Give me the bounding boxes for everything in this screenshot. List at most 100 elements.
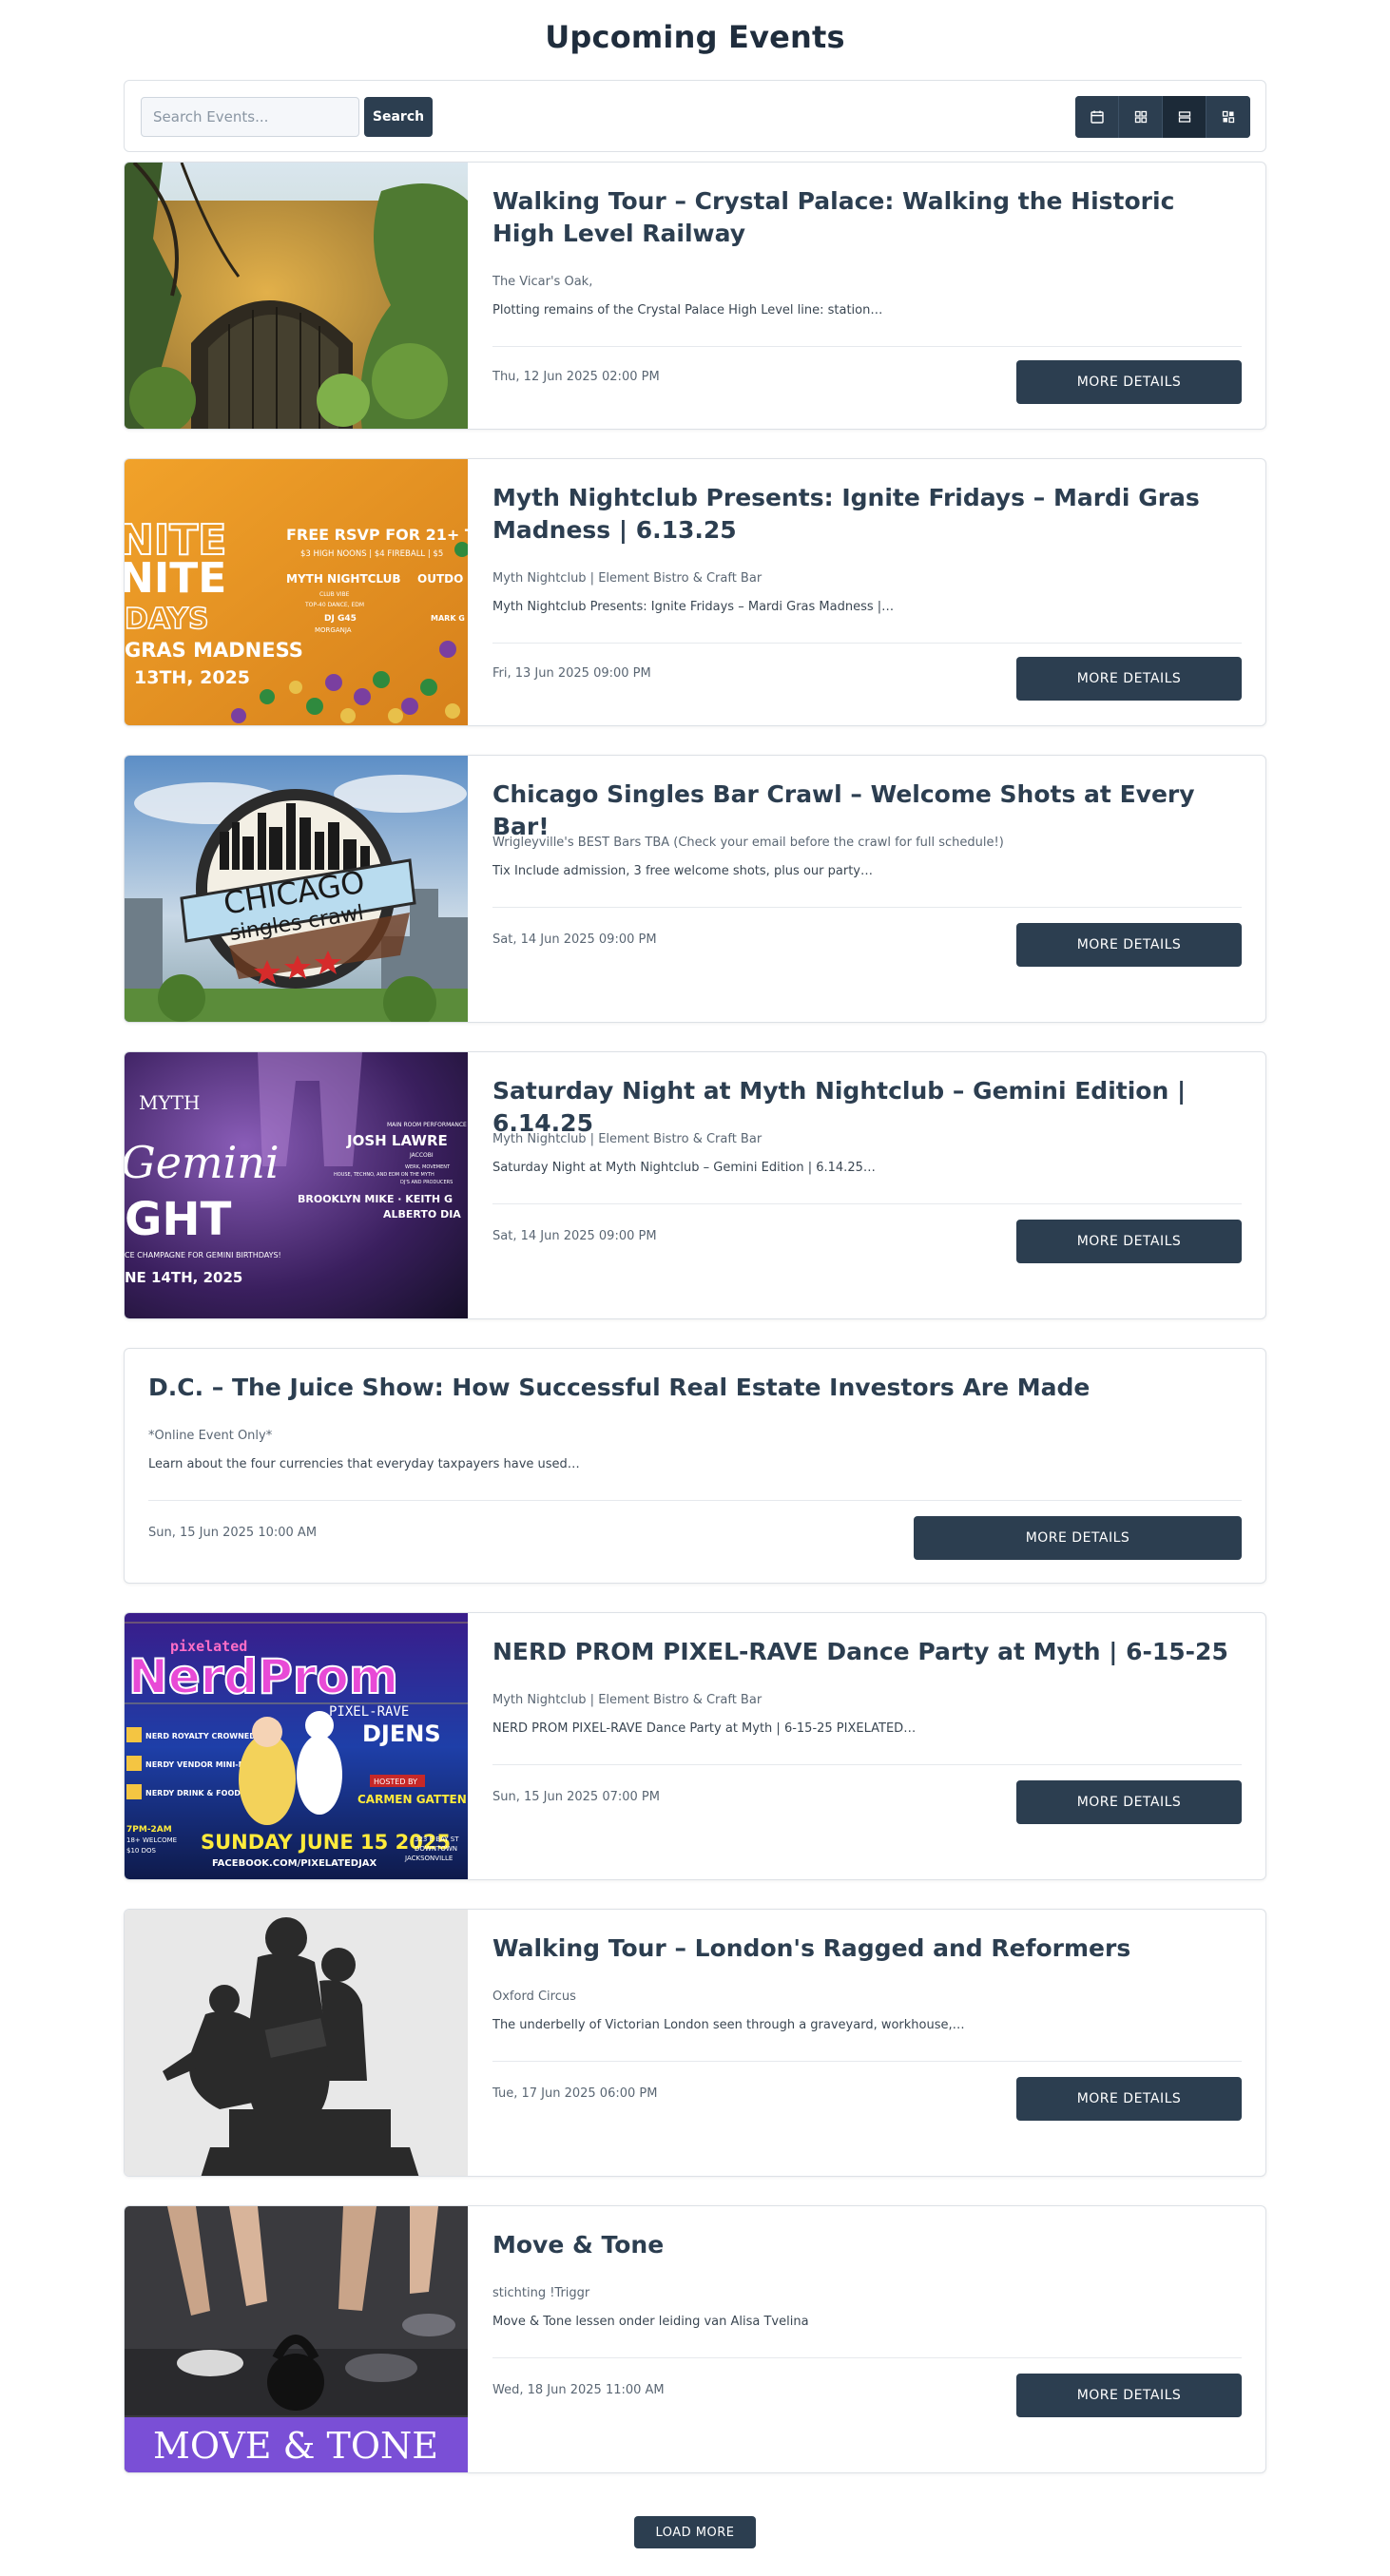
event-image-nerd-prom[interactable]: pixelated NerdProm PIXEL-RAVE DJENS NERD…	[125, 1613, 468, 1879]
event-date: Wed, 18 Jun 2025 11:00 AM	[492, 2383, 665, 2397]
load-more-button[interactable]: LOAD MORE	[634, 2516, 756, 2548]
flyer-text: DJ G45	[324, 614, 357, 624]
event-description: The underbelly of Victorian London seen …	[492, 2018, 965, 2032]
flyer-text: 13TH, 2025	[134, 667, 250, 688]
event-body: Saturday Night at Myth Nightclub – Gemin…	[492, 1052, 1242, 1318]
flyer-text: CE CHAMPAGNE FOR GEMINI BIRTHDAYS!	[125, 1251, 281, 1259]
flyer-title: NerdProm	[128, 1649, 398, 1704]
flyer-text: BROOKLYN MIKE · KEITH G	[298, 1193, 453, 1205]
tile-view-icon	[1222, 110, 1235, 124]
events-toolbar: Search	[124, 80, 1266, 152]
flyer-text: MARK G	[431, 614, 465, 623]
more-details-button[interactable]: MORE DETAILS	[1016, 2077, 1242, 2121]
event-description: NERD PROM PIXEL-RAVE Dance Party at Myth…	[492, 1721, 917, 1736]
event-date: Sun, 15 Jun 2025 07:00 PM	[492, 1790, 660, 1804]
more-details-button[interactable]: MORE DETAILS	[1016, 1220, 1242, 1263]
flyer-text: NE 14TH, 2025	[125, 1269, 242, 1286]
flyer-text: JACKSONVILLE	[404, 1855, 453, 1862]
flyer-text: GHT	[125, 1193, 232, 1246]
flyer-text: WERK, MOVEMENT	[405, 1164, 451, 1170]
flyer-text: ALBERTO DIA	[383, 1208, 461, 1221]
flyer-text: DAYS	[125, 603, 209, 636]
divider	[492, 2357, 1242, 2358]
event-description: Move & Tone lessen onder leiding van Ali…	[492, 2315, 809, 2329]
event-description: Learn about the four currencies that eve…	[148, 1457, 580, 1471]
divider	[492, 2061, 1242, 2062]
event-image-railway-arch[interactable]	[125, 163, 468, 429]
flyer-text: MYTH NIGHTCLUB	[286, 572, 401, 586]
more-details-button[interactable]: MORE DETAILS	[1016, 2374, 1242, 2417]
event-card: MYTH Gemini GHT CE CHAMPAGNE FOR GEMINI …	[124, 1051, 1266, 1319]
event-title[interactable]: Walking Tour – Crystal Palace: Walking t…	[492, 185, 1242, 250]
event-description: Plotting remains of the Crystal Palace H…	[492, 303, 883, 317]
event-image-kettlebell[interactable]: MOVE & TONE	[125, 2206, 468, 2472]
event-title[interactable]: NERD PROM PIXEL-RAVE Dance Party at Myth…	[492, 1636, 1242, 1668]
more-details-button[interactable]: MORE DETAILS	[1016, 657, 1242, 701]
flyer-text: CLUB VIBE	[319, 591, 350, 598]
event-date: Sat, 14 Jun 2025 09:00 PM	[492, 932, 657, 947]
flyer-text: NERD ROYALTY CROWNED	[145, 1732, 256, 1740]
event-venue: Oxford Circus	[492, 1990, 576, 2004]
event-title[interactable]: D.C. – The Juice Show: How Successful Re…	[148, 1372, 1242, 1404]
flyer-text: Gemini	[125, 1137, 280, 1188]
page-title: Upcoming Events	[545, 19, 845, 55]
event-title[interactable]: Walking Tour – London's Ragged and Refor…	[492, 1932, 1242, 1965]
event-title[interactable]: Chicago Singles Bar Crawl – Welcome Shot…	[492, 779, 1242, 843]
event-venue: *Online Event Only*	[148, 1429, 273, 1443]
event-description: Myth Nightclub Presents: Ignite Fridays …	[492, 600, 895, 614]
event-body: Myth Nightclub Presents: Ignite Fridays …	[492, 459, 1242, 725]
event-date: Sat, 14 Jun 2025 09:00 PM	[492, 1229, 657, 1243]
event-description: Tix Include admission, 3 free welcome sh…	[492, 864, 873, 878]
more-details-button[interactable]: MORE DETAILS	[1016, 360, 1242, 404]
flyer-text: GRAS MADNESS	[125, 639, 303, 662]
event-body: NERD PROM PIXEL-RAVE Dance Party at Myth…	[492, 1613, 1242, 1879]
event-venue: The Vicar's Oak,	[492, 275, 593, 289]
grid-view-button[interactable]	[1119, 96, 1163, 138]
event-card: NITE NITE DAYS GRAS MADNESS 13TH, 2025 F…	[124, 458, 1266, 726]
divider	[492, 1203, 1242, 1204]
calendar-view-button[interactable]	[1075, 96, 1119, 138]
search-input[interactable]	[141, 97, 359, 137]
flyer-text: JACCOBI	[409, 1152, 434, 1159]
event-date: Fri, 13 Jun 2025 09:00 PM	[492, 666, 651, 681]
more-details-button[interactable]: MORE DETAILS	[1016, 923, 1242, 967]
flyer-text: HOSTED BY	[374, 1778, 417, 1786]
event-date: Sun, 15 Jun 2025 10:00 AM	[148, 1526, 318, 1540]
event-card: Walking Tour – London's Ragged and Refor…	[124, 1909, 1266, 2177]
flyer-text: 18+ WELCOME	[126, 1836, 177, 1844]
event-title[interactable]: Move & Tone	[492, 2229, 1242, 2261]
more-details-button[interactable]: MORE DETAILS	[1016, 1780, 1242, 1824]
event-body: Chicago Singles Bar Crawl – Welcome Shot…	[492, 756, 1242, 1022]
flyer-text: HOUSE, TECHNO, AND EDM ON THE MYTH	[334, 1172, 434, 1178]
flyer-text: 323 E BAY ST	[415, 1836, 459, 1843]
flyer-text: $10 DOS	[126, 1847, 156, 1855]
event-title[interactable]: Saturday Night at Myth Nightclub – Gemin…	[492, 1075, 1242, 1140]
image-banner-text: MOVE & TONE	[153, 2425, 438, 2467]
flyer-text: DJ'S AND PRODUCERS	[400, 1180, 453, 1185]
events-page: Upcoming Events Search Events... Search …	[0, 0, 1390, 2576]
list-view-button[interactable]	[1163, 96, 1207, 138]
flyer-text: $3 HIGH NOONS | $4 FIREBALL | $5	[300, 549, 443, 559]
more-details-button[interactable]: MORE DETAILS	[914, 1516, 1242, 1560]
flyer-text: 7PM-2AM	[126, 1825, 172, 1835]
event-description: Saturday Night at Myth Nightclub – Gemin…	[492, 1161, 876, 1175]
event-title[interactable]: Myth Nightclub Presents: Ignite Fridays …	[492, 482, 1242, 547]
search-button[interactable]: Search	[364, 97, 433, 137]
flyer-text: OUTDO	[417, 572, 463, 586]
event-date: Thu, 12 Jun 2025 02:00 PM	[492, 370, 660, 384]
event-image-statue[interactable]	[125, 1910, 468, 2176]
event-venue: stichting !Triggr	[492, 2286, 590, 2300]
event-date: Tue, 17 Jun 2025 06:00 PM	[492, 2086, 658, 2101]
flyer-text: DJENS	[362, 1721, 441, 1747]
event-card: D.C. – The Juice Show: How Successful Re…	[124, 1348, 1266, 1584]
event-image-gemini-night[interactable]: MYTH Gemini GHT CE CHAMPAGNE FOR GEMINI …	[125, 1052, 468, 1318]
flyer-text: FACEBOOK.COM/PIXELATEDJAX	[212, 1858, 377, 1869]
event-venue: Myth Nightclub | Element Bistro & Craft …	[492, 1132, 763, 1146]
event-image-chicago-crawl[interactable]: CHICAGO singles crawl	[125, 756, 468, 1022]
flyer-text: CARMEN GATTEN	[357, 1793, 467, 1806]
tile-view-button[interactable]	[1207, 96, 1250, 138]
list-view-icon	[1178, 111, 1190, 123]
event-image-mardi-gras[interactable]: NITE NITE DAYS GRAS MADNESS 13TH, 2025 F…	[125, 459, 468, 725]
divider	[492, 907, 1242, 908]
flyer-text: DOWNTOWN	[415, 1845, 457, 1853]
